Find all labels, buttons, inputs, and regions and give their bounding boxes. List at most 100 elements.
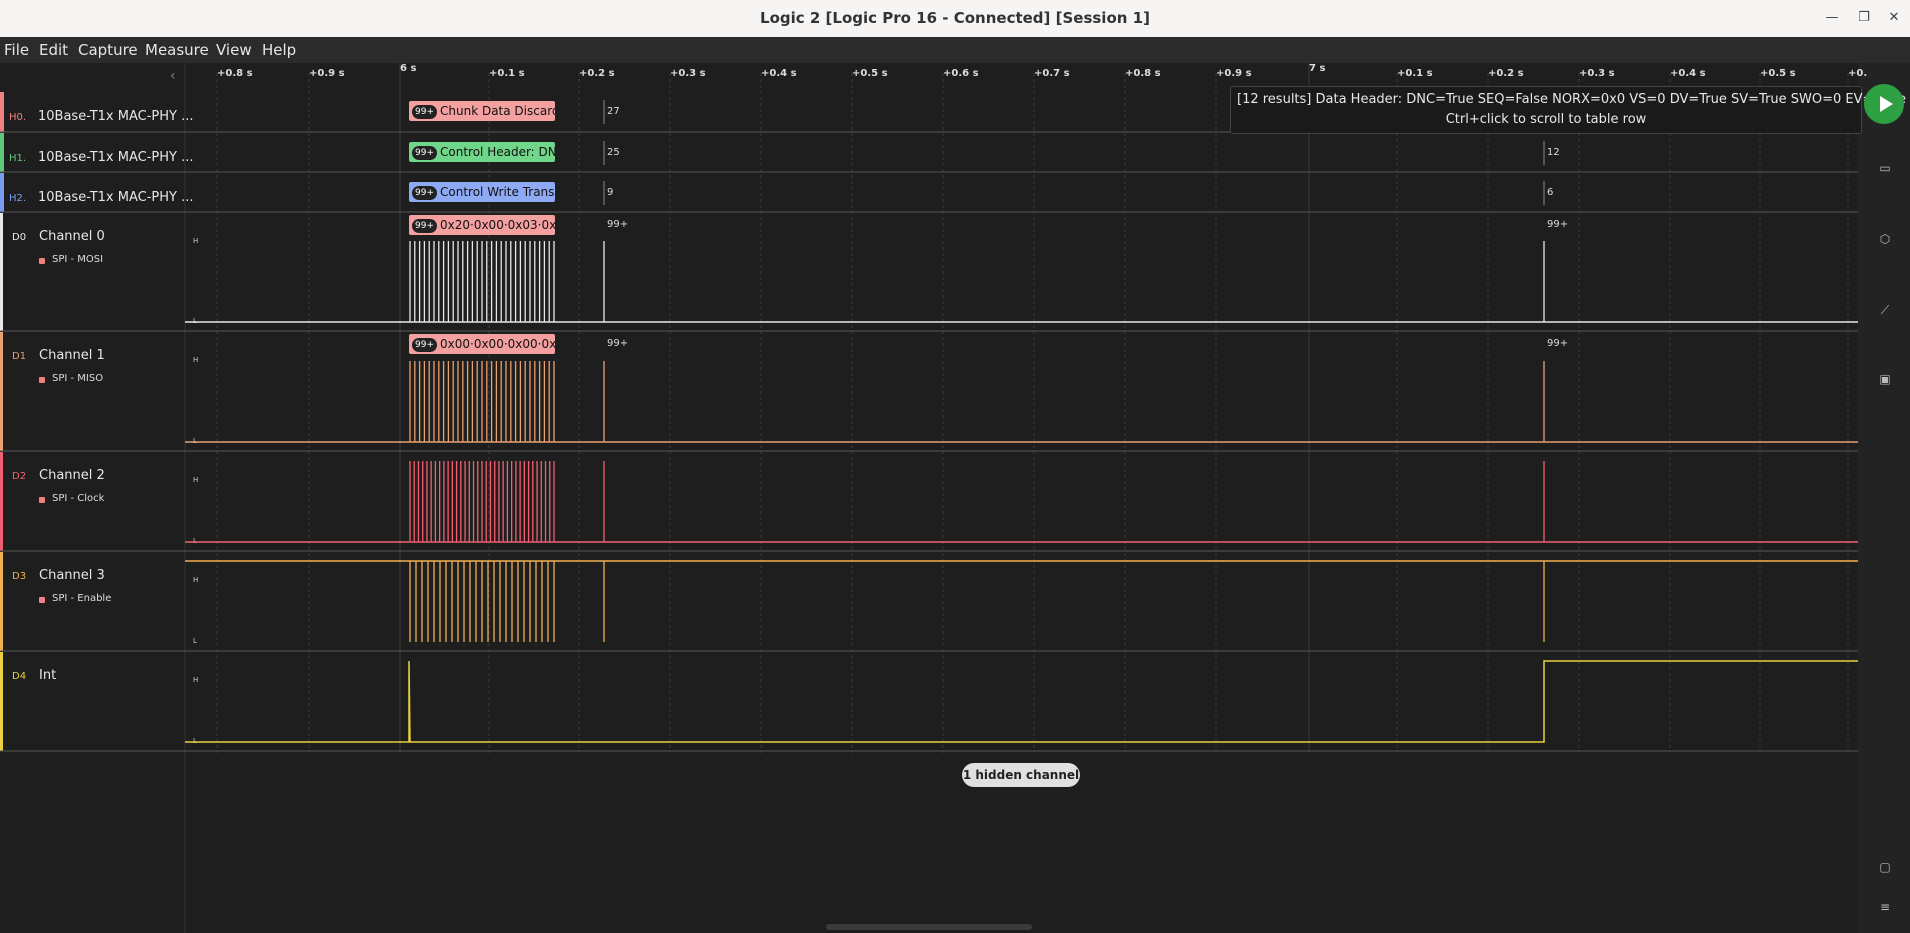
annotation-count: 12 <box>1547 147 1560 158</box>
hidden-channels-pill[interactable]: 1 hidden channel <box>962 763 1080 787</box>
level-high-label: H <box>193 676 198 684</box>
analyzer-annotation[interactable]: 99+Control Write Transacti <box>409 182 555 202</box>
menu-icon[interactable]: ≡ <box>1872 894 1898 920</box>
time-tick-label: +0. <box>1848 68 1867 79</box>
level-high-label: H <box>193 237 198 245</box>
analyzer-id: H0. <box>9 112 27 123</box>
analyzer-id: H1. <box>9 153 27 164</box>
channel-id: D4 <box>12 671 27 682</box>
horizontal-scrollbar[interactable] <box>826 924 1032 930</box>
result-count-badge: 99+ <box>412 337 437 352</box>
menu-file[interactable]: File <box>4 41 29 59</box>
level-high-label: H <box>193 476 198 484</box>
title-bar: Logic 2 [Logic Pro 16 - Connected] [Sess… <box>0 0 1910 38</box>
time-major-label: 7 s <box>1309 63 1325 74</box>
time-tick-label: +0.6 s <box>943 68 979 79</box>
channel-name[interactable]: Channel 2 <box>39 468 105 483</box>
analyzer-annotation[interactable]: 99+Chunk Data Discard: 0x <box>409 101 555 121</box>
annotation-count: 9 <box>607 187 614 198</box>
restore-icon[interactable]: ❐ <box>1854 8 1874 28</box>
time-tick-label: +0.9 s <box>1216 68 1252 79</box>
annotation-text: Control Write Transacti <box>440 185 555 199</box>
level-low-label: L <box>193 537 197 545</box>
menu-capture[interactable]: Capture <box>78 41 138 59</box>
level-low-label: L <box>193 737 197 745</box>
annotation-text: 0x20·0x00·0x03·0x00·0 <box>440 218 555 232</box>
analyzer-name[interactable]: 10Base-T1x MAC-PHY ... <box>38 190 193 205</box>
result-count-badge: 99+ <box>412 218 437 233</box>
time-tick-label: +0.8 s <box>217 68 253 79</box>
annotation-count: 27 <box>607 106 620 117</box>
tooltip-line1: [12 results] Data Header: DNC=True SEQ=F… <box>1237 92 1910 107</box>
time-major-label: 6 s <box>400 63 416 74</box>
annotation-count: 99+ <box>607 338 629 349</box>
time-tick-label: +0.3 s <box>670 68 706 79</box>
time-tick-label: +0.2 s <box>579 68 615 79</box>
time-tick-label: +0.7 s <box>1034 68 1070 79</box>
analyzer-dot-icon <box>39 497 45 503</box>
analyzer-dot-icon <box>39 377 45 383</box>
time-tick-label: +0.2 s <box>1488 68 1524 79</box>
time-tick-label: +0.1 s <box>489 68 525 79</box>
annotation-text: Chunk Data Discard: 0x <box>440 104 555 118</box>
channel-name[interactable]: Channel 3 <box>39 568 105 583</box>
device-icon[interactable]: ▭ <box>1872 155 1898 181</box>
minimize-icon[interactable]: — <box>1822 8 1842 28</box>
time-tick-label: +0.3 s <box>1579 68 1615 79</box>
annotation-tooltip: [12 results] Data Header: DNC=True SEQ=F… <box>1230 86 1910 134</box>
menu-help[interactable]: Help <box>262 41 296 59</box>
channel-id: D2 <box>12 471 27 482</box>
analyzer-dot-icon <box>39 258 45 264</box>
annotation-count: 99+ <box>607 219 629 230</box>
window-title: Logic 2 [Logic Pro 16 - Connected] [Sess… <box>760 9 1150 27</box>
measure-icon[interactable]: ⟋ <box>1872 297 1898 323</box>
analyzer-name[interactable]: 10Base-T1x MAC-PHY ... <box>38 150 193 165</box>
channel-name[interactable]: Channel 0 <box>39 229 105 244</box>
analyzer-id: H2. <box>9 193 27 204</box>
collapse-icon[interactable]: ‹ <box>170 68 176 84</box>
channel-analyzer-label[interactable]: SPI - Enable <box>52 593 111 604</box>
channel-id: D0 <box>12 232 27 243</box>
channel-id: D3 <box>12 571 27 582</box>
close-icon[interactable]: ✕ <box>1884 8 1904 28</box>
result-count-badge: 99+ <box>412 185 437 200</box>
menu-edit[interactable]: Edit <box>39 41 68 59</box>
annotation-count: 99+ <box>1547 219 1569 230</box>
menu-measure[interactable]: Measure <box>145 41 209 59</box>
menu-bar: File Edit Capture Measure View Help <box>0 37 1910 63</box>
channel-analyzer-label[interactable]: SPI - Clock <box>52 493 104 504</box>
time-tick-label: +0.9 s <box>309 68 345 79</box>
analyzer-name[interactable]: 10Base-T1x MAC-PHY ... <box>38 109 193 124</box>
time-tick-label: +0.5 s <box>852 68 888 79</box>
start-capture-button[interactable] <box>1864 84 1904 124</box>
analyzer-annotation[interactable]: 99+Control Header: DNC=F <box>409 142 555 162</box>
level-low-label: L <box>193 637 197 645</box>
result-count-badge: 99+ <box>412 104 437 119</box>
time-tick-label: +0.1 s <box>1397 68 1433 79</box>
spi-annotation[interactable]: 99+0x00·0x00·0x00·0x00·0 <box>409 334 555 354</box>
channel-analyzer-label[interactable]: SPI - MOSI <box>52 254 103 265</box>
level-high-label: H <box>193 576 198 584</box>
annotation-text: Control Header: DNC=F <box>440 145 555 159</box>
waveform-canvas[interactable]: H L H L H L H L H L +0.8 s +0.9 s +0.1 s +0.2 s +0.3 … <box>0 63 1910 933</box>
channel-name[interactable]: Int <box>39 668 56 683</box>
time-tick-label: +0.4 s <box>1670 68 1706 79</box>
menu-view[interactable]: View <box>216 41 252 59</box>
spi-annotation[interactable]: 99+0x20·0x00·0x03·0x00·0 <box>409 215 555 235</box>
tooltip-line2: Ctrl+click to scroll to table row <box>1445 112 1647 127</box>
annotation-count: 99+ <box>1547 338 1569 349</box>
extensions-icon[interactable]: ▣ <box>1872 366 1898 392</box>
time-tick-label: +0.4 s <box>761 68 797 79</box>
time-tick-label: +0.8 s <box>1125 68 1161 79</box>
channel-analyzer-label[interactable]: SPI - MISO <box>52 373 103 384</box>
channel-id: D1 <box>12 351 27 362</box>
level-low-label: L <box>193 317 197 325</box>
annotation-text: 0x00·0x00·0x00·0x00·0 <box>440 337 555 351</box>
analyzer-dot-icon <box>39 597 45 603</box>
channel-name[interactable]: Channel 1 <box>39 348 105 363</box>
level-low-label: L <box>193 437 197 445</box>
analyzer-icon[interactable]: ⬡ <box>1872 226 1898 252</box>
annotation-count: 6 <box>1547 187 1554 198</box>
chat-icon[interactable]: ▢ <box>1872 854 1898 880</box>
time-tick-label: +0.5 s <box>1760 68 1796 79</box>
